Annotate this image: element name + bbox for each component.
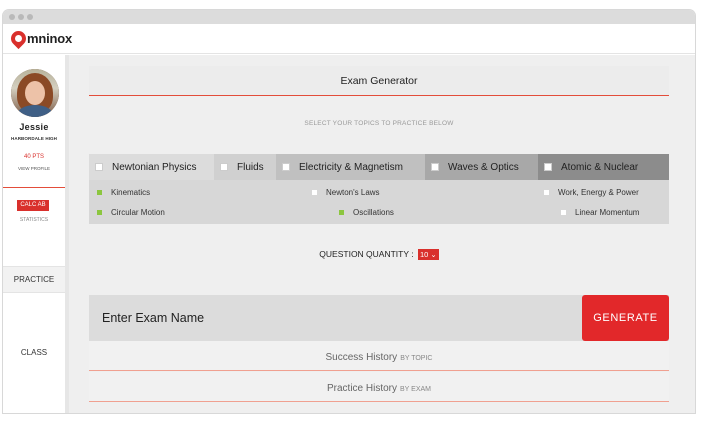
exam-generator-panel: Exam Generator SELECT YOUR TOPICS TO PRA…: [89, 66, 669, 413]
checkbox-icon[interactable]: [544, 163, 552, 171]
subtopic-newtons-laws[interactable]: Newton's Laws: [312, 188, 380, 197]
statistics-link[interactable]: STATISTICS: [3, 217, 65, 223]
page-title: Exam Generator: [89, 66, 669, 96]
subtopic-kinematics[interactable]: Kinematics: [97, 188, 150, 197]
points-label: 40 PTS: [23, 154, 44, 160]
topic-waves-optics[interactable]: Waves & Optics: [425, 154, 538, 180]
generate-button[interactable]: GENERATE: [582, 295, 669, 341]
subtopic-work-energy-power[interactable]: Work, Energy & Power: [544, 188, 639, 197]
topic-label: Electricity & Magnetism: [299, 161, 403, 173]
checkbox-icon[interactable]: [220, 163, 228, 171]
main-area: Exam Generator SELECT YOUR TOPICS TO PRA…: [69, 55, 695, 413]
quantity-select[interactable]: 10 ⌄: [417, 249, 439, 261]
view-profile-link[interactable]: VIEW PROFILE: [3, 166, 65, 171]
unselected-marker-icon: [544, 190, 549, 195]
topic-label: Waves & Optics: [448, 161, 519, 173]
practice-history-link[interactable]: Practice History BY EXAM: [89, 372, 669, 402]
subtopic-linear-momentum[interactable]: Linear Momentum: [561, 208, 639, 217]
topic-fluids[interactable]: Fluids: [214, 154, 276, 180]
selected-marker-icon: [97, 210, 102, 215]
topic-atomic-nuclear[interactable]: Atomic & Nuclear: [538, 154, 669, 180]
logo-mark-icon: [7, 27, 30, 50]
selected-marker-icon: [339, 210, 344, 215]
window-titlebar: [3, 10, 695, 24]
school-name: HARBORDALE HIGH: [11, 136, 57, 141]
sidebar: Jessie HARBORDALE HIGH 40 PTS VIEW PROFI…: [3, 55, 69, 413]
topic-label: Atomic & Nuclear: [561, 161, 639, 173]
sidebar-divider: [3, 187, 65, 188]
subtopic-circular-motion[interactable]: Circular Motion: [97, 208, 165, 217]
checkbox-icon[interactable]: [431, 163, 439, 171]
user-name: Jessie: [19, 122, 49, 132]
topic-label: Newtonian Physics: [112, 161, 197, 173]
nav-practice[interactable]: PRACTICE: [3, 266, 65, 293]
checkbox-icon[interactable]: [282, 163, 290, 171]
window-close-dot[interactable]: [9, 14, 15, 20]
success-history-link[interactable]: Success History BY TOPIC: [89, 341, 669, 371]
unselected-marker-icon: [312, 190, 317, 195]
quantity-label: QUESTION QUANTITY :: [319, 249, 414, 259]
topic-newtonian-physics[interactable]: Newtonian Physics: [89, 154, 214, 180]
avatar[interactable]: [11, 69, 59, 117]
topic-selector: Newtonian Physics Fluids Electricity & M…: [89, 154, 669, 180]
app-window: mninox Jessie HARBORDALE HIGH 40 PTS VIE…: [3, 10, 695, 413]
exam-name-row: GENERATE: [89, 295, 669, 341]
topics-instruction: SELECT YOUR TOPICS TO PRACTICE BELOW: [304, 120, 454, 127]
selected-marker-icon: [97, 190, 102, 195]
topic-label: Fluids: [237, 161, 264, 173]
subtopic-list: Kinematics Newton's Laws Work, Energy & …: [89, 180, 669, 224]
window-maximize-dot[interactable]: [27, 14, 33, 20]
nav-class[interactable]: CLASS: [3, 341, 65, 365]
logo-text: mninox: [27, 31, 73, 46]
window-minimize-dot[interactable]: [18, 14, 24, 20]
topic-electricity-magnetism[interactable]: Electricity & Magnetism: [276, 154, 425, 180]
app-logo[interactable]: mninox: [7, 27, 73, 50]
question-quantity: QUESTION QUANTITY : 10 ⌄: [89, 249, 669, 261]
chevron-down-icon: ⌄: [428, 250, 437, 260]
course-badge[interactable]: CALC AB: [17, 200, 49, 211]
subtopic-oscillations[interactable]: Oscillations: [339, 208, 394, 217]
checkbox-icon[interactable]: [95, 163, 103, 171]
top-bar: mninox: [3, 24, 695, 54]
unselected-marker-icon: [561, 210, 566, 215]
exam-name-input[interactable]: [89, 295, 582, 341]
